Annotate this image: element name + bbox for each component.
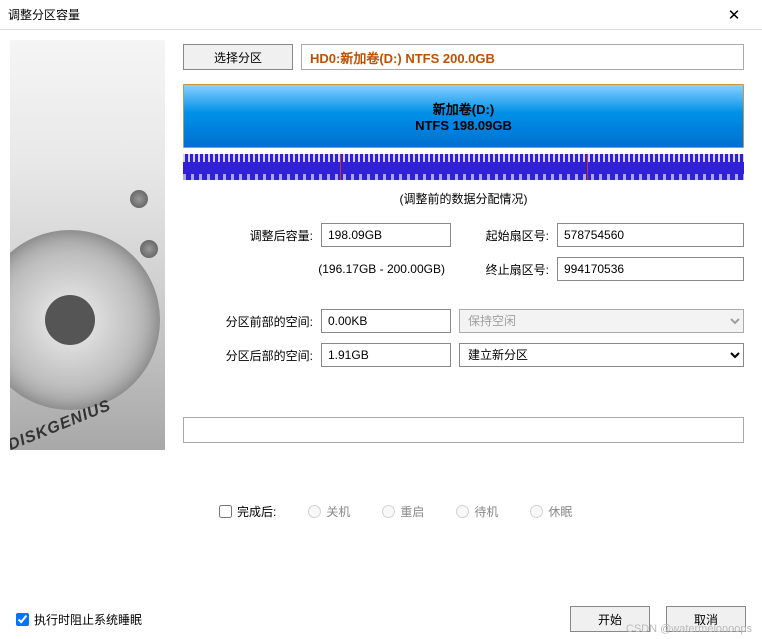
title-bar: 调整分区容量 ✕ <box>0 0 762 30</box>
label-end-sector: 终止扇区号: <box>459 261 549 278</box>
input-end-sector[interactable] <box>557 257 744 281</box>
checkbox-prevent-sleep[interactable]: 执行时阻止系统睡眠 <box>16 611 554 628</box>
checkbox-on-complete[interactable]: 完成后: <box>219 503 276 520</box>
label-space-before: 分区前部的空间: <box>183 313 313 330</box>
caption-text: (调整前的数据分配情况) <box>183 190 744 207</box>
radio-standby: 待机 <box>456 503 498 520</box>
select-partition-button[interactable]: 选择分区 <box>183 44 293 70</box>
input-space-before[interactable] <box>321 309 451 333</box>
label-start-sector: 起始扇区号: <box>459 227 549 244</box>
close-button[interactable]: ✕ <box>714 1 754 29</box>
checkbox-prevent-sleep-input[interactable] <box>16 613 29 626</box>
input-after-size[interactable] <box>321 223 451 247</box>
checkbox-on-complete-input[interactable] <box>219 505 232 518</box>
progress-bar <box>183 417 744 443</box>
selected-partition-display: HD0:新加卷(D:) NTFS 200.0GB <box>301 44 744 70</box>
range-note: (196.17GB - 200.00GB) <box>183 262 451 276</box>
label-space-after: 分区后部的空间: <box>183 347 313 364</box>
partition-visual[interactable]: 新加卷(D:) NTFS 198.09GB <box>183 84 744 148</box>
input-start-sector[interactable] <box>557 223 744 247</box>
partition-visual-name: 新加卷(D:) <box>433 99 494 118</box>
select-space-after-action[interactable]: 建立新分区 <box>459 343 744 367</box>
radio-restart: 重启 <box>382 503 424 520</box>
sidebar-image: DISKGENIUS <box>10 40 165 450</box>
watermark-text: CSDN @watermelonoops <box>626 623 752 635</box>
window-title: 调整分区容量 <box>8 6 714 23</box>
select-space-before-action: 保持空闲 <box>459 309 744 333</box>
input-space-after[interactable] <box>321 343 451 367</box>
radio-shutdown: 关机 <box>308 503 350 520</box>
usage-bar <box>183 154 744 180</box>
radio-hibernate: 休眠 <box>530 503 572 520</box>
label-after-size: 调整后容量: <box>183 227 313 244</box>
partition-visual-size: NTFS 198.09GB <box>415 118 512 133</box>
